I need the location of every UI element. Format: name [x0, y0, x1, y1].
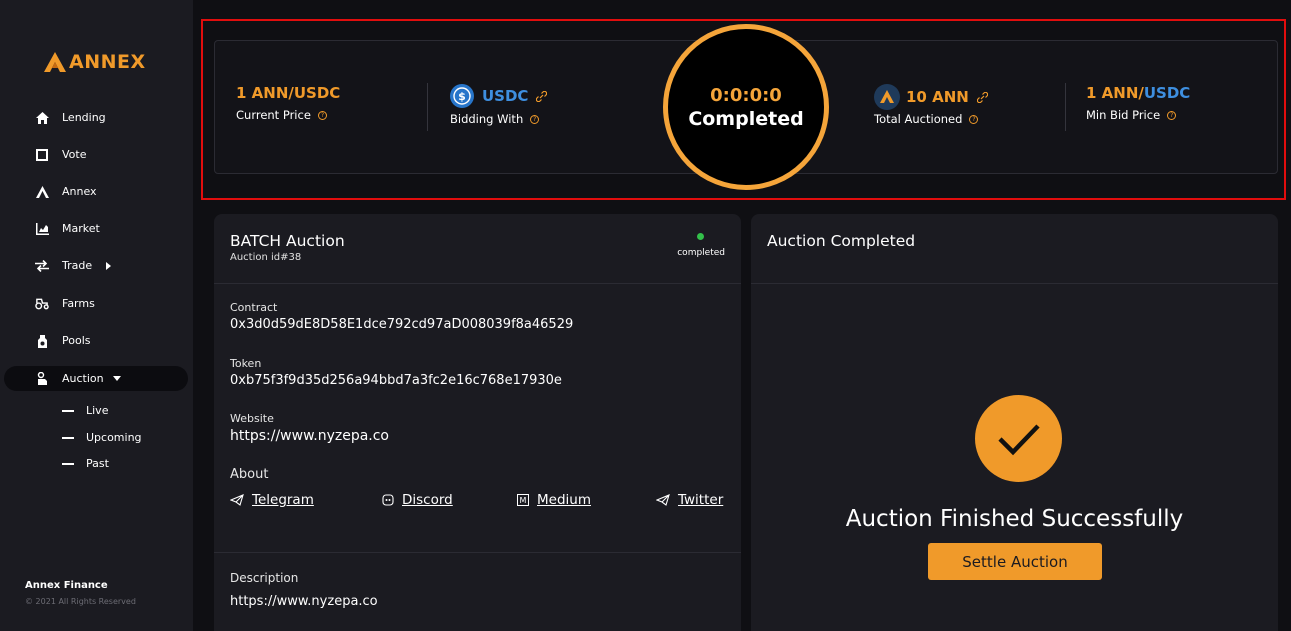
stat-current-price: 1 ANN/USDC Current Price ?	[236, 84, 340, 122]
about-label: About	[230, 467, 269, 482]
token-label: Token	[230, 357, 262, 370]
sidebar-subitem-live[interactable]: Live	[62, 404, 108, 417]
auction-completed-card: Auction Completed Auction Finished Succe…	[751, 214, 1278, 631]
current-price-label: Current Price ?	[236, 108, 340, 122]
auction-details-card: BATCH Auction Auction id#38 completed Co…	[214, 214, 741, 631]
total-auctioned-label: Total Auctioned ?	[874, 112, 988, 126]
divider	[1065, 83, 1066, 131]
square-icon	[35, 148, 49, 162]
divider	[214, 283, 741, 284]
timer-status: Completed	[688, 107, 804, 130]
medium-link[interactable]: M Medium	[517, 492, 591, 508]
dash-icon	[62, 409, 74, 412]
chevron-right-icon	[106, 261, 112, 270]
twitter-link[interactable]: Twitter	[656, 492, 723, 508]
status-badge: completed	[677, 248, 725, 258]
current-price-value: 1 ANN/USDC	[236, 84, 341, 102]
sidebar-item-label: Trade	[62, 259, 93, 272]
countdown-timer: 0:0:0:0 Completed	[663, 24, 829, 190]
description-text: https://www.nyzepa.co	[230, 594, 378, 609]
min-bid-value: 1 ANN/USDC	[1086, 84, 1191, 102]
svg-text:$: $	[458, 90, 466, 103]
sidebar-item-label: Farms	[62, 297, 95, 310]
sidebar-subitem-past[interactable]: Past	[62, 457, 109, 470]
sidebar-item-annex[interactable]: Annex	[4, 179, 188, 204]
contract-address[interactable]: 0x3d0d59dE8D58E1dce792cd97aD008039f8a465…	[230, 317, 573, 332]
tractor-icon	[35, 297, 49, 311]
completed-title: Auction Completed	[767, 232, 916, 250]
divider	[214, 552, 741, 553]
chevron-down-icon	[112, 376, 121, 381]
twitter-icon	[656, 494, 670, 506]
chart-icon	[35, 222, 49, 236]
sidebar-item-farms[interactable]: Farms	[4, 291, 188, 316]
bidding-with-label: Bidding With ?	[450, 112, 547, 126]
telegram-icon	[230, 494, 244, 506]
footer-title: Annex Finance	[25, 580, 108, 591]
discord-link[interactable]: Discord	[382, 492, 453, 508]
brand-name: ANNEX	[69, 51, 146, 73]
home-icon	[35, 111, 49, 125]
link-icon[interactable]	[976, 91, 988, 103]
success-message: Auction Finished Successfully	[845, 506, 1184, 532]
status-dot	[697, 233, 704, 240]
hand-icon	[35, 372, 49, 386]
sidebar-item-market[interactable]: Market	[4, 216, 188, 241]
settle-auction-button[interactable]: Settle Auction	[928, 543, 1102, 580]
link-icon[interactable]	[536, 90, 548, 102]
auction-title: BATCH Auction	[230, 232, 345, 250]
dash-icon	[62, 436, 74, 439]
annex-logo-icon	[35, 185, 49, 199]
sidebar-item-trade[interactable]: Trade	[4, 253, 188, 278]
sidebar-item-label: Lending	[62, 111, 106, 124]
annex-logo-icon	[44, 52, 66, 72]
sidebar-subitem-label: Upcoming	[86, 431, 142, 444]
svg-text:M: M	[520, 496, 527, 505]
dash-icon	[62, 462, 74, 465]
ann-logo-icon	[874, 84, 900, 110]
swap-icon	[35, 259, 49, 273]
auction-id: Auction id#38	[230, 252, 302, 263]
sidebar-item-label: Market	[62, 222, 100, 235]
sidebar-subitem-label: Live	[86, 404, 109, 417]
sidebar-item-label: Pools	[62, 334, 91, 347]
sidebar-item-label: Annex	[62, 185, 97, 198]
usdc-logo-icon: $	[450, 84, 474, 108]
help-icon[interactable]: ?	[317, 110, 327, 120]
sidebar-item-pools[interactable]: Pools	[4, 328, 188, 353]
stat-min-bid-price: 1 ANN/USDC Min Bid Price ?	[1086, 84, 1190, 122]
website-label: Website	[230, 412, 274, 425]
telegram-link[interactable]: Telegram	[230, 492, 314, 508]
medium-icon: M	[517, 494, 529, 506]
sidebar-item-vote[interactable]: Vote	[4, 142, 188, 167]
sidebar-subitem-upcoming[interactable]: Upcoming	[62, 431, 142, 444]
sidebar-item-lending[interactable]: Lending	[4, 105, 188, 130]
help-icon[interactable]: ?	[969, 114, 979, 124]
website-link[interactable]: https://www.nyzepa.co	[230, 428, 389, 444]
min-bid-label: Min Bid Price ?	[1086, 108, 1190, 122]
help-icon[interactable]: ?	[530, 114, 540, 124]
bidding-with-value: $ USDC	[450, 84, 548, 108]
help-icon[interactable]: ?	[1167, 110, 1177, 120]
contract-label: Contract	[230, 301, 278, 314]
sidebar-subitem-label: Past	[86, 457, 109, 470]
token-address[interactable]: 0xb75f3f9d35d256a94bbd7a3fc2e16c768e1793…	[230, 373, 562, 388]
discord-icon	[382, 494, 394, 506]
sidebar-item-label: Vote	[62, 148, 87, 161]
description-label: Description	[230, 571, 299, 585]
sidebar-item-label: Auction	[62, 372, 104, 385]
footer-copyright: © 2021 All Rights Reserved	[25, 597, 136, 606]
timer-value: 0:0:0:0	[710, 84, 782, 106]
pool-icon	[35, 334, 49, 348]
stat-total-auctioned: 10 ANN Total Auctioned ?	[874, 84, 988, 126]
total-auctioned-value: 10 ANN	[874, 84, 988, 110]
sidebar: ANNEX Lending Vote Annex Market Trade Fa…	[0, 0, 193, 631]
checkmark-icon	[975, 395, 1062, 482]
divider	[751, 283, 1278, 284]
sidebar-item-auction[interactable]: Auction	[4, 366, 188, 391]
divider	[427, 83, 428, 131]
brand-logo[interactable]: ANNEX	[43, 51, 146, 73]
stat-bidding-with: $ USDC Bidding With ?	[450, 84, 548, 126]
